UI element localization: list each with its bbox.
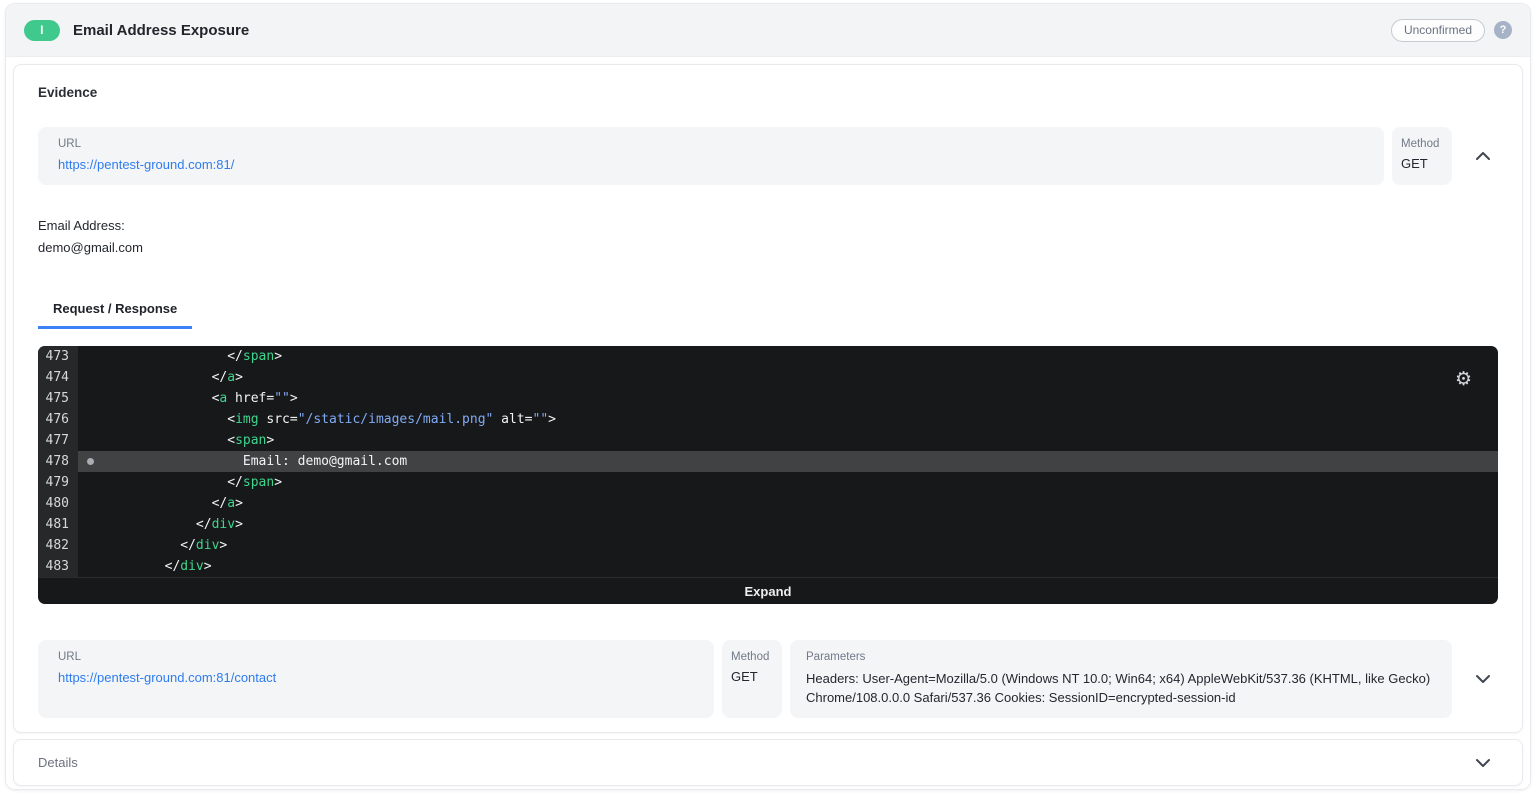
code-text: <a href="">	[102, 388, 298, 409]
code-line: 482 </div>	[38, 535, 1498, 556]
code-line: 479 </span>	[38, 472, 1498, 493]
code-text: Email: demo@gmail.com	[102, 451, 407, 472]
line-number: 476	[38, 409, 78, 430]
email-value: demo@gmail.com	[38, 237, 1498, 259]
code-text: </a>	[102, 493, 243, 514]
line-number: 474	[38, 367, 78, 388]
code-line: 483 </div>	[38, 556, 1498, 577]
tab-bar: Request / Response	[38, 300, 1498, 329]
chevron-down-icon	[1475, 674, 1491, 684]
method-label: Method	[1401, 138, 1443, 150]
email-label: Email Address:	[38, 215, 1498, 237]
collapse-request-button[interactable]	[1468, 127, 1498, 185]
code-text: <span>	[102, 430, 274, 451]
finding-body: Evidence URL https://pentest-ground.com:…	[6, 57, 1530, 790]
bullet-slot	[78, 346, 102, 367]
bullet-slot	[78, 535, 102, 556]
code-text: </div>	[102, 535, 227, 556]
bullet-slot	[78, 430, 102, 451]
details-section[interactable]: Details	[13, 739, 1523, 786]
line-number: 473	[38, 346, 78, 367]
code-line: 477 <span>	[38, 430, 1498, 451]
line-number: 478	[38, 451, 78, 472]
code-line: 473 </span>	[38, 346, 1498, 367]
code-line: 481 </div>	[38, 514, 1498, 535]
evidence-section: Evidence URL https://pentest-ground.com:…	[13, 64, 1523, 733]
gear-icon[interactable]: ⚙	[1455, 370, 1472, 389]
code-line: 476 <img src="/static/images/mail.png" a…	[38, 409, 1498, 430]
tab-request-response[interactable]: Request / Response	[38, 301, 192, 329]
bullet-slot	[78, 514, 102, 535]
code-text: <img src="/static/images/mail.png" alt="…	[102, 409, 556, 430]
chevron-up-icon	[1475, 151, 1491, 161]
url-label: URL	[58, 651, 694, 663]
line-number: 483	[38, 556, 78, 577]
bullet-slot	[78, 388, 102, 409]
details-label: Details	[38, 755, 78, 770]
line-number: 475	[38, 388, 78, 409]
method-box: Method GET	[722, 640, 782, 718]
finding-header: I Email Address Exposure Unconfirmed ?	[6, 4, 1530, 57]
url-link[interactable]: https://pentest-ground.com:81/	[58, 157, 234, 172]
request-summary-row-2: URL https://pentest-ground.com:81/contac…	[38, 640, 1498, 718]
expand-button[interactable]: Expand	[38, 577, 1498, 604]
method-label: Method	[731, 651, 773, 663]
line-number: 477	[38, 430, 78, 451]
code-text: </div>	[102, 556, 212, 577]
help-icon[interactable]: ?	[1494, 21, 1512, 39]
code-line: 474 </a>	[38, 367, 1498, 388]
parameters-label: Parameters	[806, 651, 1436, 663]
bullet-slot	[78, 472, 102, 493]
finding-panel: I Email Address Exposure Unconfirmed ? E…	[5, 3, 1531, 790]
finding-title: Email Address Exposure	[73, 22, 249, 39]
response-code-viewer: 473 </span>474 </a>475 <a href="">476 <i…	[38, 346, 1498, 604]
bullet-slot	[78, 409, 102, 430]
method-box: Method GET	[1392, 127, 1452, 185]
bullet-slot	[78, 556, 102, 577]
url-link[interactable]: https://pentest-ground.com:81/contact	[58, 670, 276, 685]
code-line: 480 </a>	[38, 493, 1498, 514]
parameters-value: Headers: User-Agent=Mozilla/5.0 (Windows…	[806, 669, 1436, 707]
parameters-box: Parameters Headers: User-Agent=Mozilla/5…	[790, 640, 1452, 718]
bullet-slot	[78, 493, 102, 514]
line-number: 479	[38, 472, 78, 493]
method-value: GET	[1401, 156, 1443, 171]
code-text: </span>	[102, 346, 282, 367]
evidence-heading: Evidence	[38, 85, 1498, 100]
status-badge: Unconfirmed	[1391, 19, 1485, 42]
expand-request-button[interactable]	[1468, 640, 1498, 718]
request-summary-row-1: URL https://pentest-ground.com:81/ Metho…	[38, 127, 1498, 185]
bullet-slot	[78, 367, 102, 388]
url-label: URL	[58, 138, 1364, 150]
line-number: 480	[38, 493, 78, 514]
url-box: URL https://pentest-ground.com:81/	[38, 127, 1384, 185]
code-lines: 473 </span>474 </a>475 <a href="">476 <i…	[38, 346, 1498, 577]
chevron-down-icon[interactable]	[1468, 758, 1498, 768]
code-text: </span>	[102, 472, 282, 493]
line-number: 482	[38, 535, 78, 556]
email-evidence: Email Address: demo@gmail.com	[38, 215, 1498, 258]
severity-badge: I	[24, 20, 60, 41]
code-line: 478 Email: demo@gmail.com	[38, 451, 1498, 472]
code-text: </a>	[102, 367, 243, 388]
highlight-bullet-icon	[78, 451, 102, 472]
url-box: URL https://pentest-ground.com:81/contac…	[38, 640, 714, 718]
code-text: </div>	[102, 514, 243, 535]
code-line: 475 <a href="">	[38, 388, 1498, 409]
line-number: 481	[38, 514, 78, 535]
method-value: GET	[731, 669, 773, 684]
